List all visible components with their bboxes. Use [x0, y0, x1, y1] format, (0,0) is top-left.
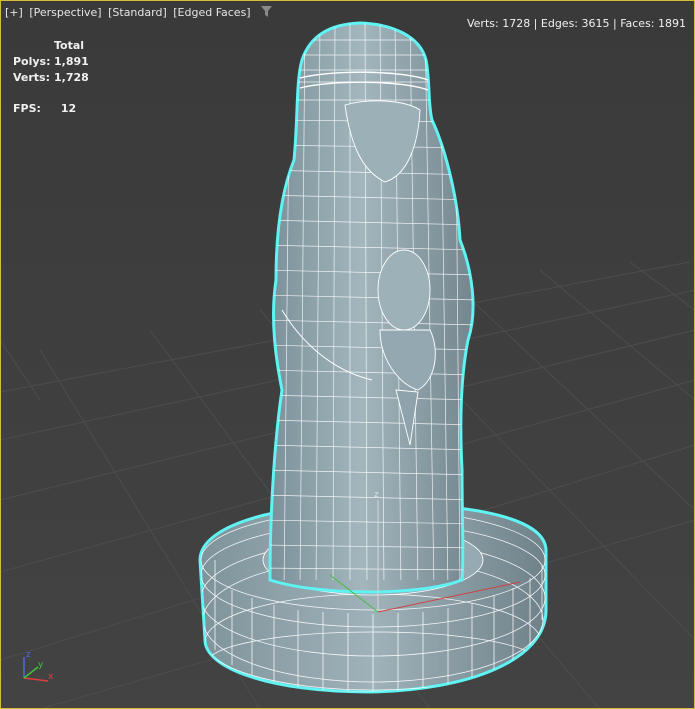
axis-z-label: z [26, 650, 31, 660]
verts-label: Verts: [13, 71, 51, 84]
perspective-viewport[interactable]: z [+] [Perspective] [Standard] [Edged Fa… [0, 0, 695, 709]
stats-total-header: Total [54, 39, 85, 52]
statue-body[interactable] [260, 20, 480, 594]
gizmo-z-label: z [374, 490, 379, 500]
selection-stats: Verts: 1728 | Edges: 3615 | Faces: 1891 [466, 17, 686, 30]
fps-label: FPS: [13, 102, 41, 115]
viewport-label-menu: [+] [Perspective] [Standard] [Edged Face… [5, 6, 275, 20]
fps-readout: FPS: 12 [13, 102, 76, 115]
viewport-menu-point-of-view[interactable]: [Perspective] [29, 6, 101, 19]
polys-label: Polys: [13, 55, 51, 68]
fps-value: 12 [60, 102, 77, 115]
axis-x-label: x [48, 672, 54, 682]
scene-statistics: Total Polys: 1,891 Verts: 1,728 [13, 38, 89, 86]
viewport-menu-shading-standard[interactable]: [Standard] [108, 6, 167, 19]
viewport-menu-display-mode[interactable]: [Edged Faces] [173, 6, 250, 19]
scene-canvas[interactable] [0, 0, 695, 709]
axis-y-label: y [38, 660, 44, 670]
axis-tripod-icon: z x y [23, 650, 54, 682]
polys-value: 1,891 [54, 55, 89, 68]
verts-value: 1,728 [54, 71, 89, 84]
viewport-menu-general[interactable]: [+] [5, 6, 23, 19]
funnel-icon[interactable] [261, 6, 273, 20]
